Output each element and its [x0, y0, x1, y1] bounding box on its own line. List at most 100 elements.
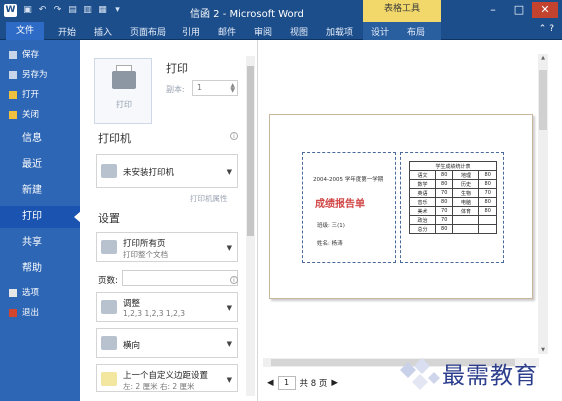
table-cell: 英语 — [408, 188, 437, 198]
nav-close[interactable]: 关闭 — [0, 106, 80, 124]
nav-save[interactable]: 保存 — [0, 46, 80, 64]
backstage-nav: 保存 另存为 打开 关闭 信息 最近 新建 打印 共享 帮助 选项 退出 — [0, 40, 81, 401]
previous-page-icon[interactable]: ◀ — [267, 378, 274, 388]
info-icon[interactable]: i — [230, 276, 238, 284]
print-preview-icon[interactable]: ▦ — [97, 5, 108, 16]
tab-home[interactable]: 开始 — [58, 25, 76, 38]
print-button[interactable]: 打印 — [94, 58, 152, 124]
table-cell: 电脑 — [452, 197, 480, 207]
pages-label: 页数: — [98, 276, 118, 286]
context-tabs-group: 设计 布局 — [363, 22, 441, 40]
preview-vertical-scrollbar[interactable]: ▲ ▼ — [538, 54, 548, 354]
folder-icon[interactable]: ▥ — [82, 5, 93, 16]
close-window-button[interactable]: ✕ — [532, 2, 558, 18]
printer-small-icon — [101, 164, 117, 178]
nav-exit[interactable]: 退出 — [0, 304, 80, 322]
info-icon[interactable]: i — [230, 132, 238, 140]
printer-dropdown[interactable]: 未安装打印机 ▼ — [96, 154, 238, 188]
table-cell: 70 — [435, 188, 454, 198]
chevron-down-icon: ▼ — [226, 340, 232, 348]
tab-layout[interactable]: 布局 — [407, 25, 425, 38]
settings-heading: 设置 — [98, 212, 120, 225]
word-app-icon[interactable]: W — [4, 4, 17, 17]
tab-review[interactable]: 审阅 — [254, 25, 272, 38]
tab-insert[interactable]: 插入 — [94, 25, 112, 38]
orientation-value: 横向 — [123, 341, 141, 351]
settings-scrollbar[interactable] — [246, 56, 255, 396]
collate-icon — [101, 300, 117, 314]
printer-properties-link[interactable]: 打印机属性 — [190, 193, 228, 204]
table-row: 政治 70 — [408, 215, 497, 225]
report-title: 成绩报告单 — [315, 199, 365, 210]
table-row: 数学 80 历史 80 — [408, 179, 497, 189]
nav-recent[interactable]: 最近 — [0, 154, 80, 176]
copies-input[interactable]: 1 ▲ ▼ — [192, 80, 238, 96]
tab-references[interactable]: 引用 — [182, 25, 200, 38]
nav-open[interactable]: 打开 — [0, 86, 80, 104]
minimize-button[interactable]: – — [480, 2, 506, 18]
copies-spinner-icon[interactable]: ▲ ▼ — [230, 83, 235, 94]
collate-dropdown[interactable]: 调整 1,2,3 1,2,3 1,2,3 ▼ — [96, 292, 238, 322]
nav-info[interactable]: 信息 — [0, 128, 80, 150]
orientation-dropdown[interactable]: 横向 ▼ — [96, 328, 238, 358]
star-margins-icon — [101, 372, 117, 386]
minimize-ribbon-icon[interactable]: ⌃ — [539, 24, 547, 34]
table-cell: 80 — [478, 170, 497, 180]
printer-icon — [112, 71, 136, 89]
nav-print-label: 打印 — [22, 211, 42, 222]
table-cell: 80 — [478, 179, 497, 189]
nav-save-as[interactable]: 另存为 — [0, 66, 80, 84]
tab-design[interactable]: 设计 — [371, 25, 389, 38]
window-controls: – □ ✕ — [480, 2, 558, 18]
maximize-button[interactable]: □ — [506, 2, 532, 18]
nav-options-label: 选项 — [22, 288, 40, 298]
save-icon[interactable]: ▣ — [22, 5, 33, 16]
grade-table: 学生成绩统计表 语文 80 地理 80 数学 80 历史 80 英语 70 生物 70 音乐 80 电… — [408, 161, 497, 234]
save-as-icon — [9, 71, 17, 79]
table-cell: 80 — [435, 224, 454, 234]
next-page-icon[interactable]: ▶ — [331, 378, 338, 388]
table-cell: 生物 — [452, 188, 480, 198]
table-cell — [478, 224, 497, 234]
report-cover: 2004-2005 学年度第一学期 成绩报告单 班级: 三(1) 姓名: 杨涛 — [302, 152, 396, 263]
quick-access-toolbar: ▣ ↶ ↷ ▤ ▥ ▦ ▾ — [22, 5, 123, 16]
nav-save-label: 保存 — [22, 50, 40, 60]
preview-page: 2004-2005 学年度第一学期 成绩报告单 班级: 三(1) 姓名: 杨涛 … — [269, 114, 533, 299]
print-range-desc: 打印整个文档 — [123, 250, 168, 259]
print-range-dropdown[interactable]: 打印所有页 打印整个文档 ▼ — [96, 232, 238, 262]
table-cell: 体育 — [452, 206, 480, 216]
tab-view[interactable]: 视图 — [290, 25, 308, 38]
chevron-down-icon: ▼ — [226, 244, 232, 252]
nav-options[interactable]: 选项 — [0, 284, 80, 302]
nav-share[interactable]: 共享 — [0, 232, 80, 254]
margins-dropdown[interactable]: 上一个自定义边距设置 左: 2 厘米 右: 2 厘米 ▼ — [96, 364, 238, 392]
window-title: 信函 2 - Microsoft Word — [190, 9, 304, 20]
nav-save-as-label: 另存为 — [22, 70, 48, 80]
new-doc-icon[interactable]: ▤ — [67, 5, 78, 16]
print-range-value: 打印所有页 — [123, 239, 166, 249]
undo-icon[interactable]: ↶ — [37, 5, 48, 16]
nav-new[interactable]: 新建 — [0, 180, 80, 202]
nav-help[interactable]: 帮助 — [0, 258, 80, 280]
table-cell: 70 — [435, 215, 454, 225]
watermark-text: 最需教育 — [442, 363, 538, 389]
table-cell: 80 — [478, 197, 497, 207]
table-cell: 数学 — [408, 179, 437, 189]
copies-label: 副本: — [166, 85, 185, 94]
current-page-input[interactable]: 1 — [277, 376, 296, 390]
scrollbar-thumb[interactable] — [247, 66, 254, 236]
pages-input[interactable] — [122, 270, 238, 286]
nav-print[interactable]: 打印 — [0, 206, 81, 228]
watermark-logo-icon — [400, 358, 440, 390]
table-cell: 总分 — [408, 224, 437, 234]
scrollbar-thumb[interactable] — [539, 70, 547, 130]
tab-file[interactable]: 文件 — [6, 22, 44, 40]
scroll-up-icon[interactable]: ▲ — [539, 54, 547, 62]
tab-mailings[interactable]: 邮件 — [218, 25, 236, 38]
redo-icon[interactable]: ↷ — [52, 5, 63, 16]
table-cell: 政治 — [408, 215, 437, 225]
help-icon[interactable]: ? — [549, 24, 554, 34]
tab-addins[interactable]: 加载项 — [326, 25, 353, 38]
tab-page-layout[interactable]: 页面布局 — [130, 25, 166, 38]
customize-qat-icon[interactable]: ▾ — [112, 5, 123, 16]
